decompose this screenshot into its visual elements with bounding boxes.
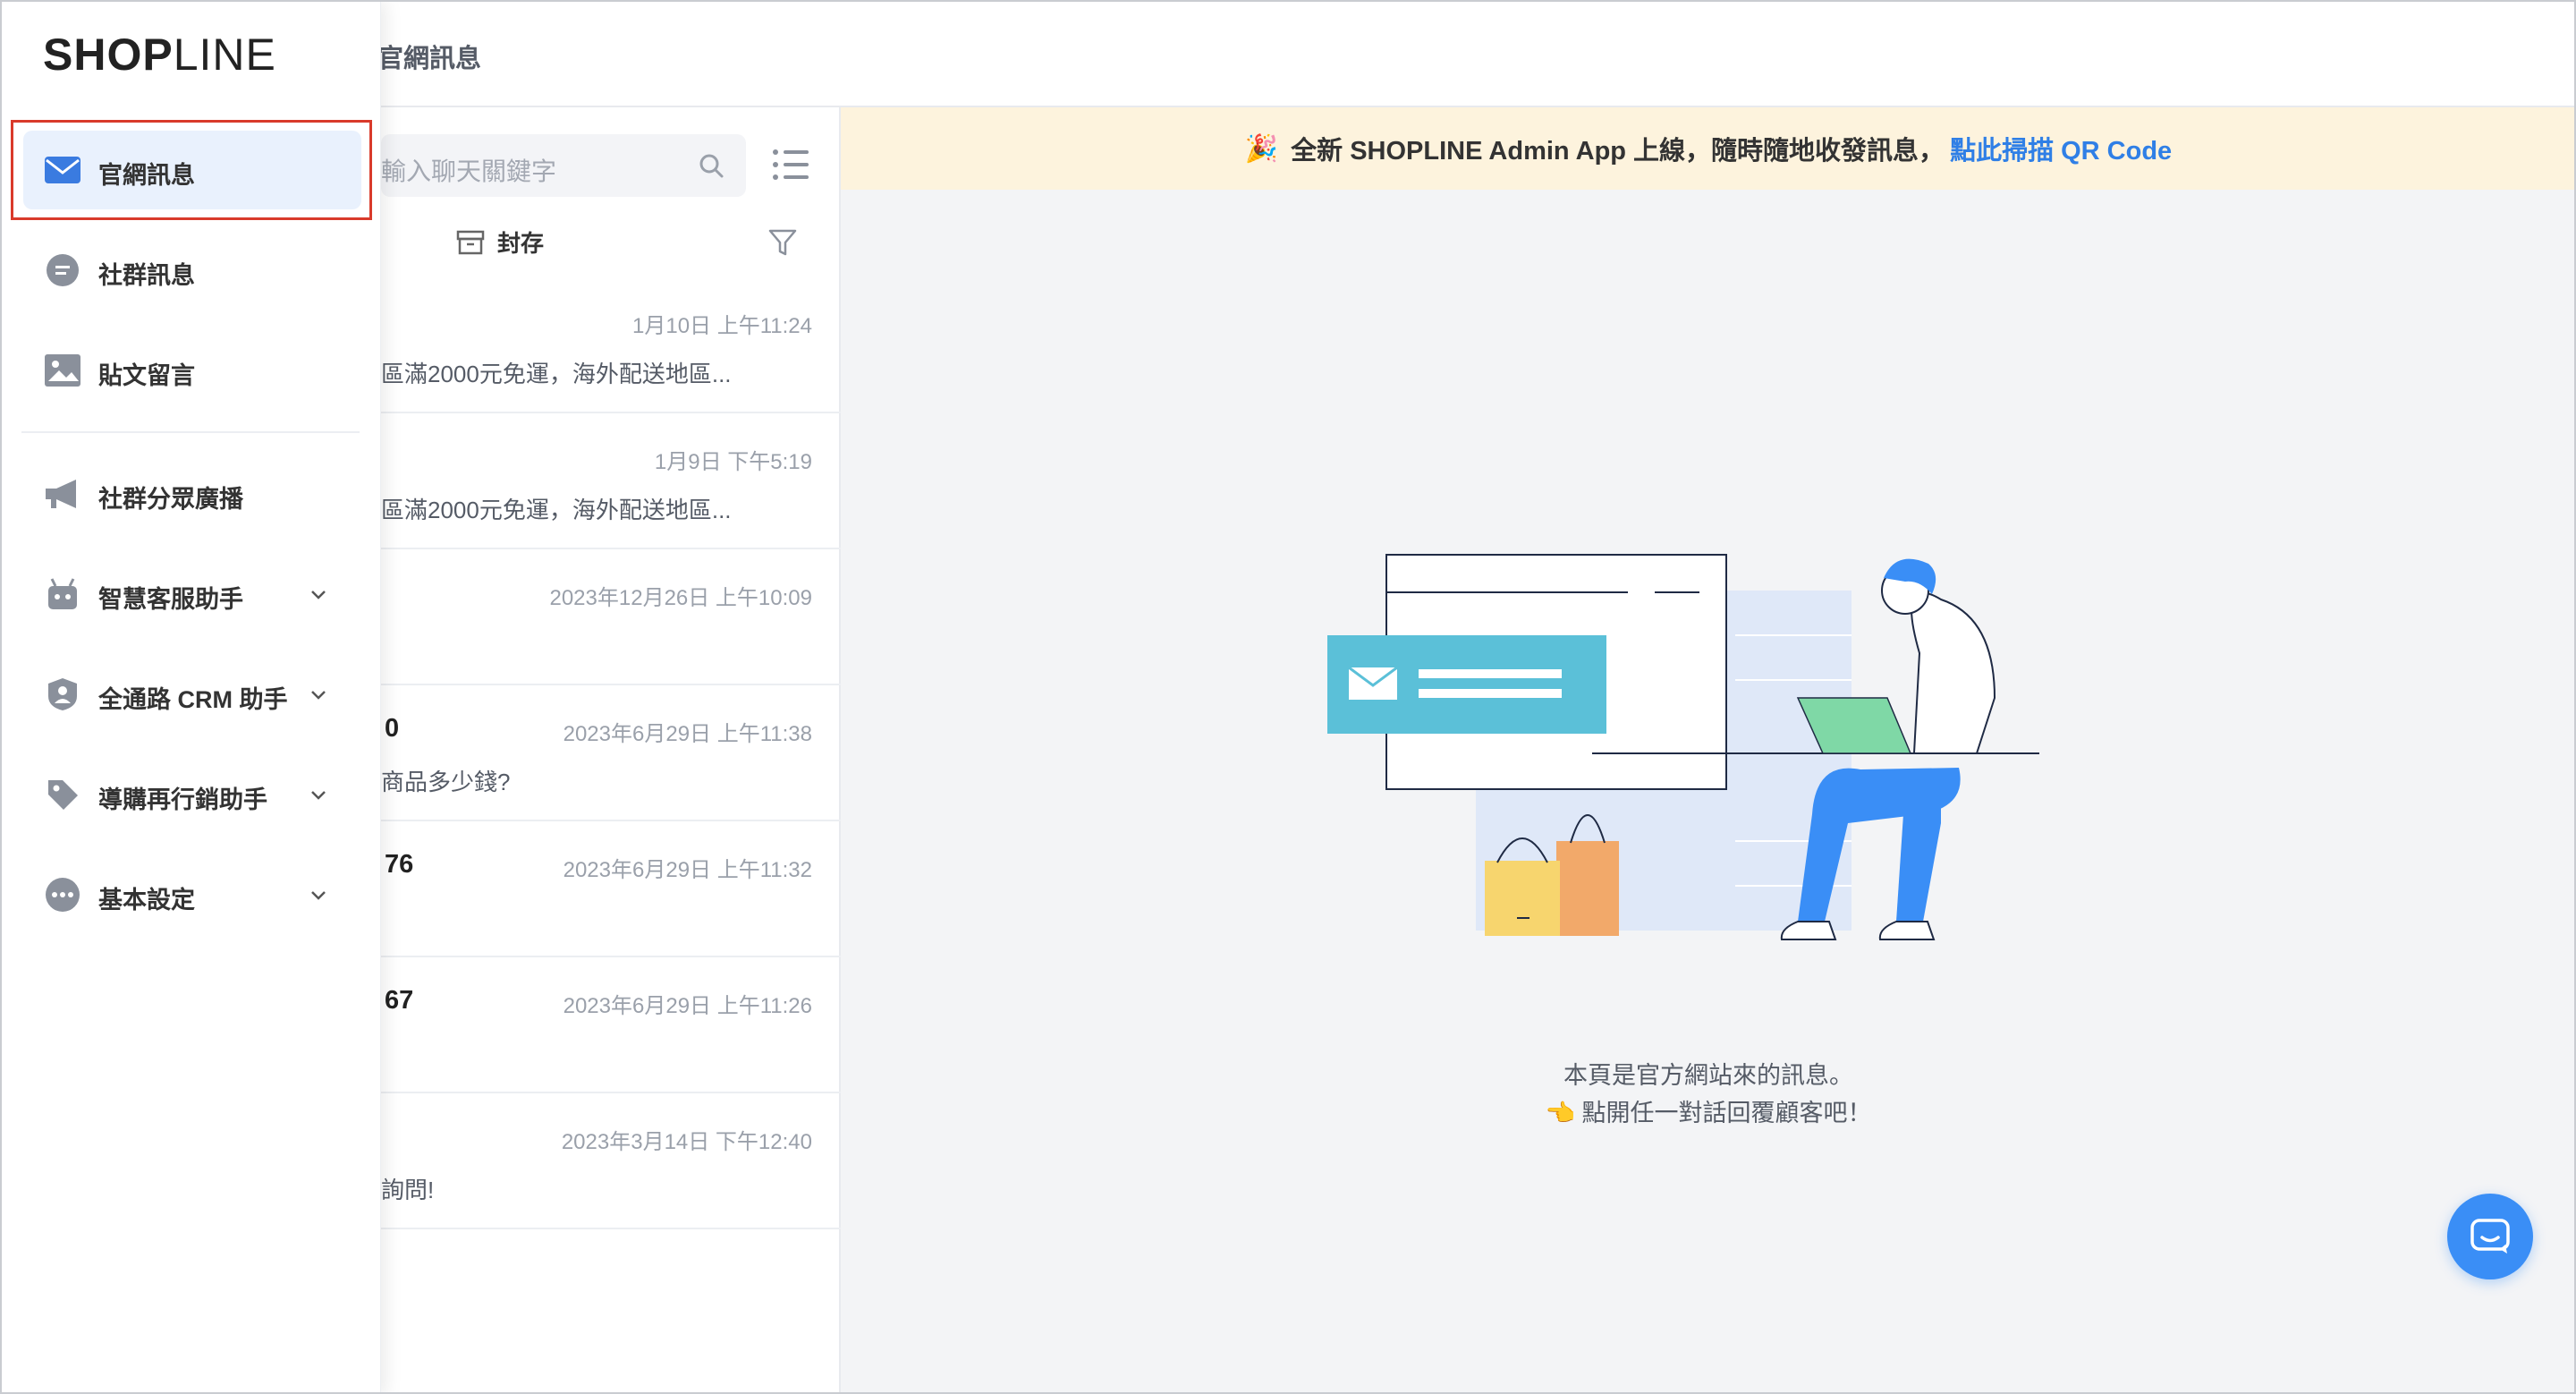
announcement-banner: 🎉 全新 SHOPLINE Admin App 上線，隨時隨地收發訊息， 點此掃… bbox=[841, 107, 2574, 190]
qr-code-link[interactable]: 點此掃描 QR Code bbox=[1950, 130, 2172, 167]
conversation-time: 2023年6月29日 上午11:32 bbox=[563, 858, 812, 882]
sidebar-item-label: 社群訊息 bbox=[98, 262, 195, 289]
sidebar-item-smart-assistant[interactable]: 智慧客服助手 bbox=[23, 555, 361, 633]
conversation-item[interactable]: 67 2023年6月29日 上午11:26 bbox=[381, 957, 841, 1093]
conversation-name: 67 bbox=[385, 986, 414, 1015]
chat-support-button[interactable] bbox=[2447, 1194, 2533, 1279]
conversation-time: 1月10日 上午11:24 bbox=[632, 314, 812, 338]
sidebar-item-label: 導購再行銷助手 bbox=[98, 786, 267, 813]
conversation-item[interactable]: 2023年12月26日 上午10:09 bbox=[381, 549, 841, 685]
conversation-item[interactable]: 2023年3月14日 下午12:40 詢問! bbox=[381, 1093, 841, 1229]
chevron-down-icon[interactable] bbox=[308, 583, 329, 605]
sidebar-menu: SHOPLINE 官網訊息 社群訊息 貼文留言 社群分眾廣播 智慧客服助手 全通… bbox=[2, 2, 381, 1392]
sidebar-item-social-messages[interactable]: 社群訊息 bbox=[23, 231, 361, 310]
shopline-logo: SHOPLINE bbox=[43, 29, 276, 81]
crm-person-icon bbox=[43, 675, 82, 714]
conversation-time: 2023年6月29日 上午11:26 bbox=[563, 994, 812, 1018]
conversation-time: 2023年12月26日 上午10:09 bbox=[549, 586, 812, 610]
empty-state-illustration bbox=[1327, 554, 2039, 940]
search-input[interactable]: 輸入聊天關鍵字 bbox=[381, 152, 556, 188]
tag-icon bbox=[43, 775, 82, 814]
highlight-box bbox=[11, 120, 372, 220]
sidebar-item-label: 全通路 CRM 助手 bbox=[98, 686, 288, 713]
image-post-icon bbox=[43, 351, 82, 390]
sidebar-item-label: 社群分眾廣播 bbox=[98, 486, 243, 513]
chat-icon bbox=[2470, 1219, 2510, 1254]
banner-text: 全新 SHOPLINE Admin App 上線，隨時隨地收發訊息， bbox=[1291, 137, 1945, 166]
list-view-icon[interactable] bbox=[771, 147, 810, 183]
conversation-item[interactable]: 76 2023年6月29日 上午11:32 bbox=[381, 821, 841, 957]
app-window: 官網訊息 輸入聊天關鍵字 封存 1月10日 上午11:24 區滿2000元免運，… bbox=[0, 0, 2576, 1394]
chevron-down-icon[interactable] bbox=[308, 784, 329, 805]
conversation-item[interactable]: 1月10日 上午11:24 區滿2000元免運，海外配送地區... bbox=[381, 277, 841, 413]
sidebar-divider bbox=[21, 431, 360, 433]
conversation-preview: 商品多少錢? bbox=[381, 769, 511, 795]
conversation-preview: 區滿2000元免運，海外配送地區... bbox=[381, 497, 732, 523]
page-title: 官網訊息 bbox=[377, 45, 482, 73]
logo-bold-text: SHOP bbox=[43, 30, 174, 80]
chevron-down-icon[interactable] bbox=[308, 684, 329, 705]
filter-icon[interactable] bbox=[767, 227, 798, 258]
empty-state-message: 本頁是官方網站來的訊息。 bbox=[1563, 1062, 1853, 1089]
megaphone-icon bbox=[43, 474, 82, 514]
archive-icon bbox=[456, 230, 485, 254]
top-header: 官網訊息 bbox=[2, 2, 2574, 107]
conversation-preview: 區滿2000元免運，海外配送地區... bbox=[381, 361, 732, 387]
sidebar-item-label: 基本設定 bbox=[98, 887, 195, 914]
conversation-item[interactable]: 0 2023年6月29日 上午11:38 商品多少錢? bbox=[381, 685, 841, 821]
conversation-preview: 詢問! bbox=[381, 1177, 435, 1203]
sidebar-item-label: 貼文留言 bbox=[98, 362, 195, 389]
archive-label: 封存 bbox=[497, 230, 545, 257]
logo-light-text: LINE bbox=[173, 30, 276, 80]
sidebar-item-label: 智慧客服助手 bbox=[98, 586, 243, 613]
robot-icon bbox=[43, 574, 82, 614]
conversation-list-panel: 輸入聊天關鍵字 封存 1月10日 上午11:24 區滿2000元免運，海外配送地… bbox=[381, 107, 841, 1392]
chat-bubble-icon bbox=[43, 251, 82, 290]
sidebar-item-crm-assistant[interactable]: 全通路 CRM 助手 bbox=[23, 655, 361, 734]
conversation-time: 2023年6月29日 上午11:38 bbox=[563, 722, 812, 746]
sidebar-item-basic-settings[interactable]: 基本設定 bbox=[23, 855, 361, 934]
empty-state-hint: 👈 點開任一對話回覆顧客吧！ bbox=[1545, 1100, 1872, 1126]
sidebar-item-broadcast[interactable]: 社群分眾廣播 bbox=[23, 455, 361, 533]
conversation-name: 76 bbox=[385, 850, 414, 879]
conversation-name: 0 bbox=[385, 714, 400, 743]
search-icon[interactable] bbox=[698, 152, 724, 179]
party-popper-icon: 🎉 bbox=[1244, 133, 1279, 164]
chevron-down-icon[interactable] bbox=[308, 884, 329, 905]
conversation-item[interactable]: 1月9日 下午5:19 區滿2000元免運，海外配送地區... bbox=[381, 413, 841, 549]
archive-button[interactable]: 封存 bbox=[456, 225, 544, 259]
search-box[interactable]: 輸入聊天關鍵字 bbox=[381, 134, 746, 197]
sidebar-item-post-comments[interactable]: 貼文留言 bbox=[23, 331, 361, 410]
conversation-time: 2023年3月14日 下午12:40 bbox=[561, 1130, 812, 1154]
conversation-time: 1月9日 下午5:19 bbox=[654, 450, 812, 474]
sidebar-item-remarketing[interactable]: 導購再行銷助手 bbox=[23, 755, 361, 834]
main-content: 🎉 全新 SHOPLINE Admin App 上線，隨時隨地收發訊息， 點此掃… bbox=[841, 107, 2574, 1392]
more-dots-icon bbox=[43, 875, 82, 914]
